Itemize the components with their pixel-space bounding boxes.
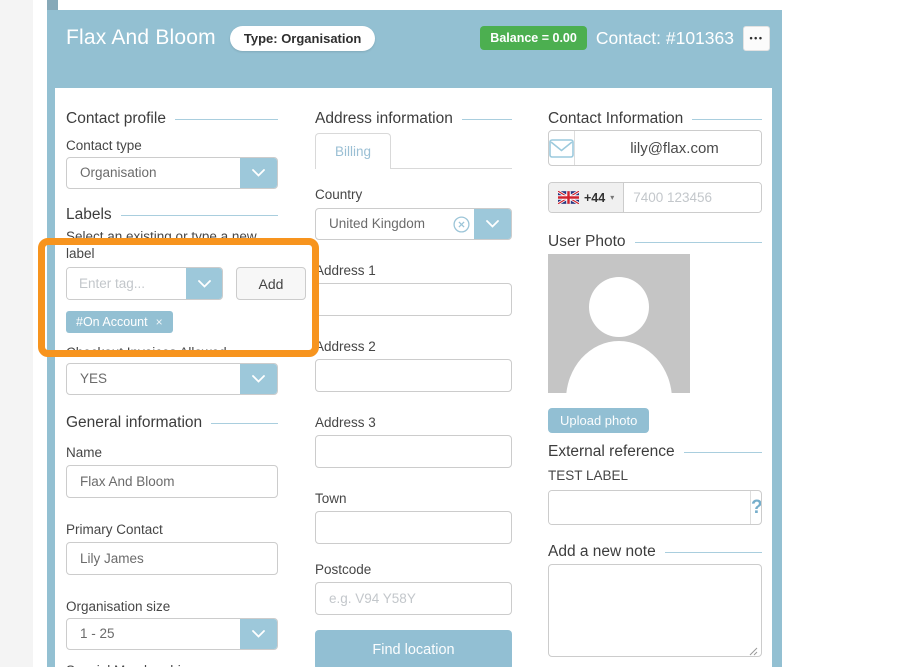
checkout-invoices-select[interactable]: YES [66,363,278,395]
contact-information-heading: Contact Information [548,110,762,128]
country-label: Country [315,187,512,202]
tab-billing[interactable]: Billing [315,133,391,169]
add-tag-button[interactable]: Add [236,267,306,300]
page: Flax And Bloom Type: Organisation Balanc… [0,0,907,667]
question-mark-icon[interactable]: ? [750,491,762,524]
email-input[interactable] [575,131,762,165]
remove-tag-icon[interactable]: × [156,315,163,329]
primary-contact-input[interactable] [66,542,278,575]
clipped-next-label: Special Membership [66,663,278,667]
external-reference-heading: External reference [548,443,762,461]
labels-hint: Select an existing or type a new label [66,228,281,262]
address1-input[interactable] [315,283,512,316]
note-textarea[interactable] [548,564,762,657]
contact-ref: Contact: #101363 [596,28,734,49]
town-input[interactable] [315,511,512,544]
chevron-down-icon[interactable] [240,158,277,188]
chevron-down-icon[interactable] [474,209,511,239]
address-column: Address information Billing Country Unit… [315,110,512,667]
tag-entry-row: Add [66,267,306,300]
name-input[interactable] [66,465,278,498]
tag-select[interactable] [66,267,223,300]
heading-rule [692,119,762,120]
postcode-input[interactable] [315,582,512,615]
chevron-down-icon[interactable] [240,364,277,394]
name-label: Name [66,445,278,460]
phone-field: +44 ▾ [548,182,762,213]
uk-flag-icon [558,191,579,204]
heading-rule [175,119,278,120]
balance-badge: Balance = 0.00 [480,26,587,50]
heading-rule [665,552,762,553]
primary-contact-label: Primary Contact [66,522,278,537]
heading-rule [462,119,512,120]
tag-chip-label: #On Account [76,315,148,329]
contact-profile-heading: Contact profile [66,110,278,128]
address3-label: Address 3 [315,415,512,430]
panel-header: Flax And Bloom Type: Organisation Balanc… [47,10,782,54]
address-information-heading: Address information [315,110,512,128]
user-photo-heading: User Photo [548,233,762,251]
page-title: Flax And Bloom [66,26,216,50]
tag-input[interactable] [67,268,186,299]
organisation-size-select[interactable]: 1 - 25 [66,618,278,650]
page-left-gutter [0,0,33,667]
email-field [548,130,762,166]
panel-body: Contact profile Contact type Organisatio… [55,88,772,667]
type-badge: Type: Organisation [230,26,376,51]
contact-type-label: Contact type [66,138,278,153]
external-reference-input[interactable] [549,491,750,524]
heading-rule [211,423,278,424]
external-reference-field: ? [548,490,762,525]
upload-photo-button[interactable]: Upload photo [548,408,649,433]
contact-panel: Flax And Bloom Type: Organisation Balanc… [47,10,782,667]
address2-input[interactable] [315,359,512,392]
heading-rule [121,215,278,216]
contact-type-select[interactable]: Organisation [66,157,278,189]
person-silhouette-icon [548,254,690,393]
note-field-wrap [548,564,762,662]
chevron-down-icon[interactable] [240,619,277,649]
address1-label: Address 1 [315,263,512,278]
chevron-down-icon[interactable] [186,268,222,299]
contact-information-column: Contact Information [548,110,762,662]
envelope-icon [549,131,575,165]
caret-down-icon: ▾ [610,193,614,202]
tag-chip[interactable]: #On Account × [66,311,173,333]
town-label: Town [315,491,512,506]
add-note-heading: Add a new note [548,543,762,561]
address2-label: Address 2 [315,339,512,354]
heading-rule [684,452,762,453]
address-tab-bar: Billing [315,133,512,169]
heading-rule [635,242,762,243]
find-location-button[interactable]: Find location [315,630,512,667]
scroll-notch [47,0,58,10]
contact-profile-column: Contact profile Contact type Organisatio… [66,110,278,667]
circle-x-icon[interactable] [448,209,474,239]
header-right-group: Balance = 0.00 Contact: #101363 ••• [480,26,770,51]
country-select[interactable]: United Kingdom [315,208,512,240]
resize-handle-icon[interactable] [748,646,758,656]
organisation-size-label: Organisation size [66,599,278,614]
phone-country-selector[interactable]: +44 ▾ [549,183,624,212]
checkout-invoices-label: Checkout Invoices Allowed [66,345,278,360]
test-label: TEST LABEL [548,468,762,483]
postcode-label: Postcode [315,562,512,577]
address3-input[interactable] [315,435,512,468]
general-information-heading: General information [66,414,278,432]
labels-heading: Labels [66,206,278,224]
phone-country-code: +44 [584,191,605,205]
more-options-button[interactable]: ••• [743,26,770,51]
phone-input[interactable] [624,183,762,212]
